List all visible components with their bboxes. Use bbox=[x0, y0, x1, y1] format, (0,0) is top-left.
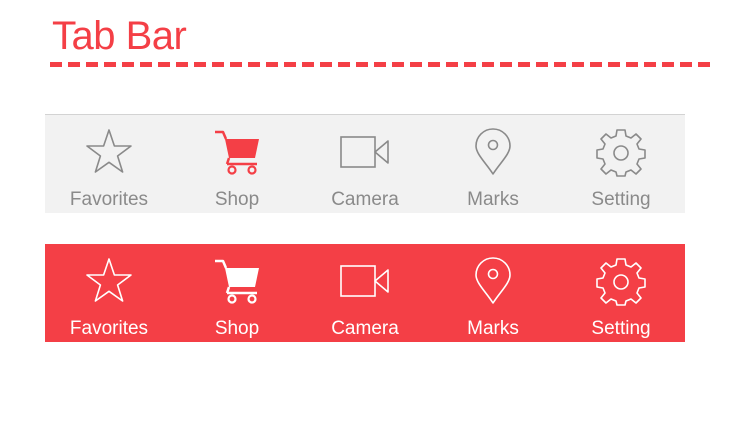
tab-camera[interactable]: Camera bbox=[301, 115, 429, 213]
tab-label: Setting bbox=[591, 318, 651, 339]
title-divider bbox=[50, 62, 712, 67]
page-title: Tab Bar bbox=[52, 14, 187, 58]
gear-icon bbox=[596, 127, 646, 177]
video-camera-icon bbox=[340, 127, 390, 177]
gear-icon bbox=[596, 256, 646, 306]
star-icon bbox=[84, 127, 134, 177]
tab-label: Camera bbox=[331, 318, 399, 339]
tab-shop[interactable]: Shop bbox=[173, 244, 301, 342]
tab-label: Favorites bbox=[69, 318, 149, 339]
tab-bar-red: Favorites Shop Camera Marks Setting bbox=[45, 244, 685, 342]
map-pin-icon bbox=[468, 127, 518, 177]
video-camera-icon bbox=[340, 256, 390, 306]
tab-favorites[interactable]: Favorites bbox=[45, 244, 173, 342]
tab-label: Marks bbox=[467, 318, 519, 339]
tab-camera[interactable]: Camera bbox=[301, 244, 429, 342]
tab-label: Shop bbox=[214, 318, 260, 339]
tab-label: Camera bbox=[331, 189, 399, 210]
tab-setting[interactable]: Setting bbox=[557, 244, 685, 342]
tab-marks[interactable]: Marks bbox=[429, 115, 557, 213]
tab-label: Favorites bbox=[69, 189, 149, 210]
cart-icon bbox=[212, 127, 262, 177]
tab-label: Shop bbox=[214, 189, 260, 210]
map-pin-icon bbox=[468, 256, 518, 306]
tab-label: Marks bbox=[467, 189, 519, 210]
cart-icon bbox=[212, 256, 262, 306]
tab-favorites[interactable]: Favorites bbox=[45, 115, 173, 213]
tab-label: Setting bbox=[591, 189, 651, 210]
tab-bar-light: Favorites Shop Camera Marks Setting bbox=[45, 114, 685, 213]
tab-marks[interactable]: Marks bbox=[429, 244, 557, 342]
tab-shop[interactable]: Shop bbox=[173, 115, 301, 213]
star-icon bbox=[84, 256, 134, 306]
tab-setting[interactable]: Setting bbox=[557, 115, 685, 213]
